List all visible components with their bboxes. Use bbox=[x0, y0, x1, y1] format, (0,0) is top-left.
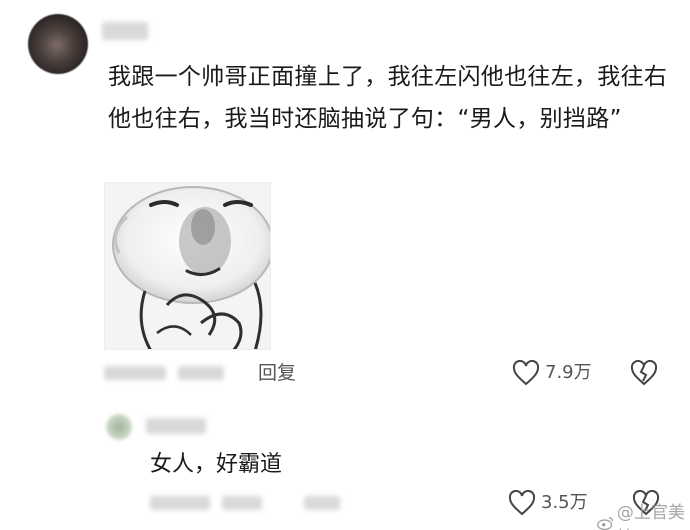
commenter-avatar[interactable] bbox=[28, 14, 88, 74]
reply-like-button[interactable]: 3.5万 bbox=[508, 488, 588, 518]
watermark-text: @上官美娘 bbox=[616, 503, 685, 530]
comment-time-blurred bbox=[104, 366, 166, 380]
reply-location-blurred bbox=[222, 496, 262, 510]
comment-dislike-button[interactable] bbox=[630, 359, 658, 390]
weibo-watermark: @上官美娘 bbox=[596, 498, 690, 530]
reply-text: 女人，好霸道 bbox=[150, 452, 283, 477]
reply-button[interactable]: 回复 bbox=[258, 358, 296, 388]
heart-outline-icon bbox=[508, 490, 536, 516]
comment-meme-image[interactable] bbox=[104, 182, 271, 350]
reply-like-count: 3.5万 bbox=[541, 492, 588, 513]
panda-meme-drawing bbox=[105, 183, 270, 349]
weibo-icon bbox=[597, 517, 613, 530]
reply-avatar[interactable] bbox=[106, 414, 132, 440]
heart-outline-icon bbox=[512, 360, 540, 386]
reply-reply-button-blurred[interactable] bbox=[304, 496, 340, 510]
comment-location-blurred bbox=[178, 366, 224, 380]
reply-username-blurred[interactable] bbox=[146, 418, 206, 434]
comment-like-count: 7.9万 bbox=[545, 362, 592, 383]
broken-heart-icon bbox=[630, 359, 658, 386]
reply-time-blurred bbox=[150, 496, 210, 510]
commenter-username-blurred[interactable] bbox=[102, 22, 148, 40]
comment-like-button[interactable]: 7.9万 bbox=[512, 358, 592, 388]
comment-text: 我跟一个帅哥正面撞上了，我往左闪他也往左，我往右他也往右，我当时还脑抽说了句：“… bbox=[108, 64, 668, 132]
